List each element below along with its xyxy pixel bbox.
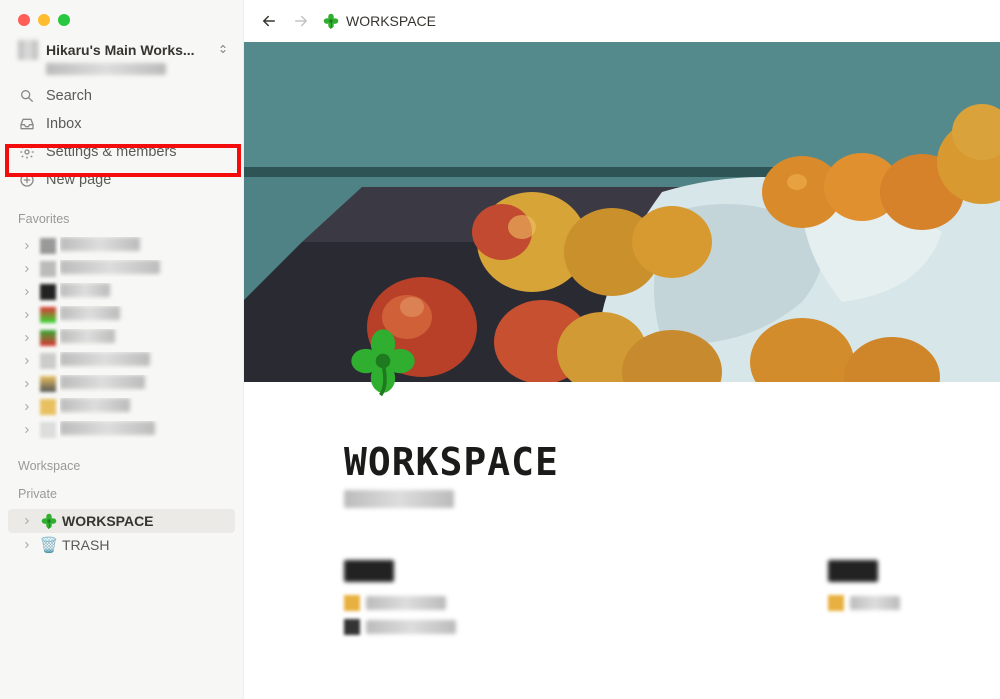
inbox-icon (18, 115, 36, 133)
favorite-item[interactable] (8, 257, 235, 280)
maximize-window-button[interactable] (58, 14, 70, 26)
sidebar-inbox[interactable]: Inbox (8, 110, 235, 138)
chevron-right-icon (22, 241, 36, 251)
workspace-switcher[interactable]: Hikaru's Main Works... (0, 34, 243, 62)
plus-circle-icon (18, 171, 36, 189)
chevron-right-icon (22, 425, 36, 435)
section-private[interactable]: Private (0, 477, 243, 505)
favorites-list (0, 230, 243, 445)
private-item-workspace[interactable]: WORKSPACE (8, 509, 235, 533)
clover-icon (40, 512, 58, 530)
sidebar-newpage-label: New page (46, 172, 111, 188)
favorite-item[interactable] (8, 280, 235, 303)
sidebar-settings-label: Settings & members (46, 144, 177, 160)
workspace-title: Hikaru's Main Works... (46, 42, 209, 58)
favorite-item[interactable] (8, 395, 235, 418)
minimize-window-button[interactable] (38, 14, 50, 26)
updown-icon (217, 42, 229, 59)
chevron-right-icon (22, 287, 36, 297)
page-emoji[interactable] (344, 322, 422, 400)
sidebar-inbox-label: Inbox (46, 116, 81, 132)
nav-forward-button[interactable] (290, 10, 312, 32)
nav-back-button[interactable] (258, 10, 280, 32)
chevron-right-icon (22, 264, 36, 274)
list-item[interactable] (344, 618, 456, 636)
section-workspace[interactable]: Workspace (0, 445, 243, 477)
topbar: WORKSPACE (244, 0, 1000, 42)
content-column-left (344, 560, 456, 642)
list-item[interactable] (828, 594, 900, 612)
favorite-item[interactable] (8, 349, 235, 372)
chevron-right-icon (22, 379, 36, 389)
chevron-right-icon (22, 402, 36, 412)
page-content (344, 560, 900, 642)
favorite-item[interactable] (8, 418, 235, 441)
page-body: WORKSPACE (244, 382, 1000, 642)
sidebar-search-label: Search (46, 88, 92, 104)
favorite-item[interactable] (8, 234, 235, 257)
sidebar: Hikaru's Main Works... Search Inbox Sett… (0, 0, 244, 699)
chevron-right-icon (22, 310, 36, 320)
private-item-trash[interactable]: 🗑️ TRASH (8, 533, 235, 557)
breadcrumb[interactable]: WORKSPACE (322, 12, 436, 30)
sidebar-search[interactable]: Search (8, 82, 235, 110)
clover-icon (322, 12, 340, 30)
breadcrumb-label: WORKSPACE (346, 13, 436, 29)
chevron-right-icon (22, 356, 36, 366)
main-area: WORKSPACE (244, 0, 1000, 699)
sidebar-settings-members[interactable]: Settings & members (8, 138, 235, 166)
page-title[interactable]: WORKSPACE (344, 382, 900, 484)
favorite-item[interactable] (8, 372, 235, 395)
close-window-button[interactable] (18, 14, 30, 26)
content-column-right (828, 560, 900, 642)
gear-icon (18, 143, 36, 161)
private-item-label: TRASH (62, 537, 225, 553)
trash-icon: 🗑️ (40, 536, 58, 554)
private-item-label: WORKSPACE (62, 513, 225, 529)
favorite-item[interactable] (8, 303, 235, 326)
page-subtitle (344, 490, 900, 512)
search-icon (18, 87, 36, 105)
workspace-subtitle (0, 62, 243, 78)
sidebar-new-page[interactable]: New page (8, 166, 235, 194)
chevron-right-icon (22, 540, 36, 550)
window-controls (0, 0, 243, 34)
favorite-item[interactable] (8, 326, 235, 349)
workspace-avatar (18, 40, 38, 60)
list-item[interactable] (344, 594, 456, 612)
private-list: WORKSPACE 🗑️ TRASH (0, 505, 243, 561)
chevron-right-icon (22, 516, 36, 526)
section-favorites[interactable]: Favorites (0, 198, 243, 230)
chevron-right-icon (22, 333, 36, 343)
